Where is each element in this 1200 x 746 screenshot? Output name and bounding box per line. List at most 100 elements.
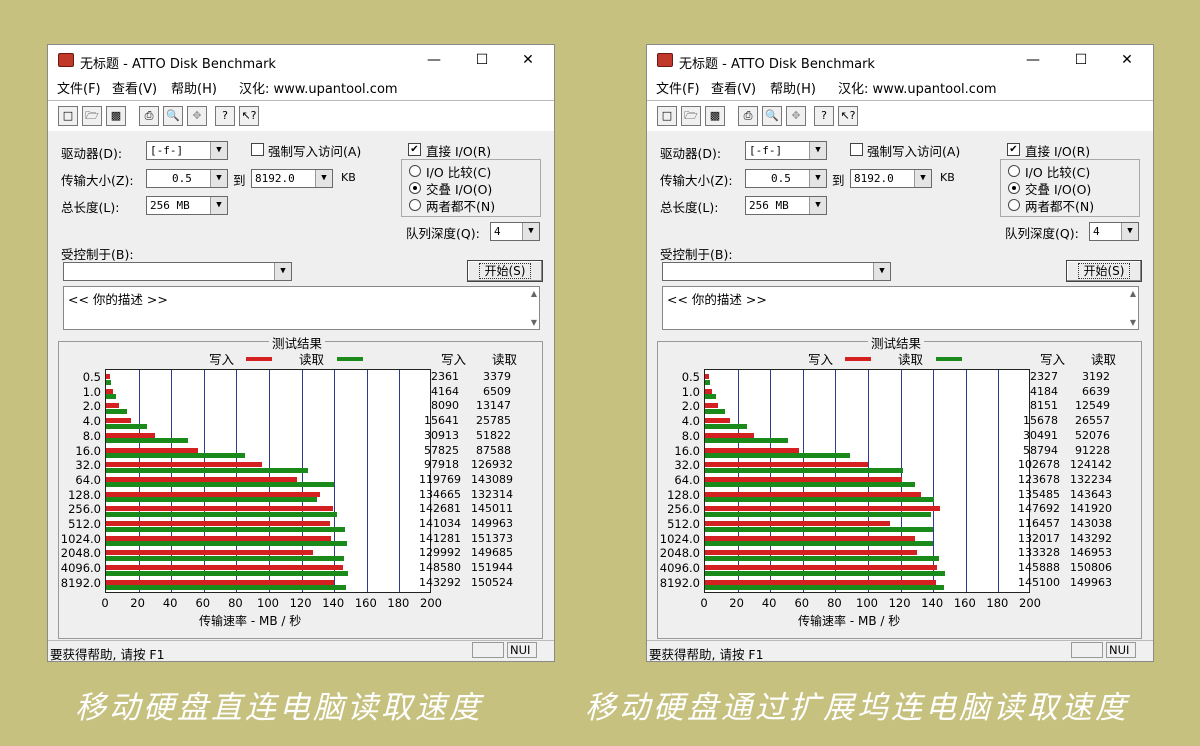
- direct-io-checkbox[interactable]: ✔: [408, 143, 421, 156]
- read-value: 26557: [1075, 414, 1110, 428]
- neither-radio[interactable]: [1008, 199, 1020, 211]
- y-tick-label: 2.0: [681, 399, 700, 414]
- write-value: 2361: [431, 370, 459, 383]
- write-value: 116457: [1018, 517, 1060, 530]
- menu-view[interactable]: 查看(V): [711, 78, 756, 97]
- minimize-button[interactable]: —: [1013, 48, 1053, 72]
- transfer-from-select[interactable]: 0.5 ▼: [745, 169, 827, 188]
- y-tick-label: 1.0: [82, 384, 101, 399]
- transfer-to-select[interactable]: 8192.0 ▼: [850, 169, 932, 188]
- help-icon[interactable]: ?: [215, 106, 235, 126]
- read-bar: [106, 497, 317, 503]
- legend-read-swatch: [337, 357, 363, 361]
- force-write-checkbox[interactable]: [251, 143, 264, 156]
- queue-depth-select[interactable]: 4 ▼: [490, 222, 540, 241]
- transfer-from-select[interactable]: 0.5 ▼: [146, 169, 228, 188]
- open-folder-icon[interactable]: 🗁: [681, 106, 701, 126]
- read-value: 149685: [471, 546, 513, 560]
- scroll-up-icon[interactable]: ▲: [1130, 289, 1136, 298]
- description-textarea[interactable]: << 你的描述 >> ▲ ▼: [63, 286, 540, 330]
- y-tick-label: 8.0: [681, 428, 700, 443]
- move-icon[interactable]: ✥: [187, 106, 207, 126]
- y-tick-label: 4096.0: [60, 561, 101, 576]
- transfer-to-select[interactable]: 8192.0 ▼: [251, 169, 333, 188]
- write-value: 30491: [1023, 428, 1058, 442]
- write-value: 4184: [1030, 384, 1058, 398]
- read-value: 146953: [1070, 546, 1112, 560]
- title-bar[interactable]: 无标题 - ATTO Disk Benchmark — ☐ ✕: [647, 45, 1153, 75]
- read-bar: [106, 467, 309, 473]
- overlap-io-radio[interactable]: [1008, 182, 1020, 194]
- read-bar: [705, 511, 931, 517]
- open-folder-icon[interactable]: 🗁: [82, 106, 102, 126]
- help-icon[interactable]: ?: [814, 106, 834, 126]
- scroll-up-icon[interactable]: ▲: [531, 289, 537, 298]
- start-button[interactable]: 开始(S): [467, 260, 543, 282]
- controlled-by-label: 受控制于(B):: [660, 247, 733, 262]
- status-text: 要获得帮助, 请按 F1: [50, 647, 165, 662]
- new-file-icon[interactable]: □: [58, 106, 78, 126]
- print-preview-icon[interactable]: 🔍: [762, 106, 782, 126]
- minimize-button[interactable]: —: [414, 48, 454, 72]
- start-button[interactable]: 开始(S): [1066, 260, 1142, 282]
- direct-io-checkbox[interactable]: ✔: [1007, 143, 1020, 156]
- y-tick-label: 1.0: [681, 384, 700, 399]
- menu-bar: 文件(F) 查看(V) 帮助(H) 汉化: www.upantool.com: [48, 75, 554, 97]
- status-bar: 要获得帮助, 请按 F1 NUI: [647, 640, 1153, 662]
- menu-help[interactable]: 帮助(H): [171, 78, 217, 97]
- print-icon[interactable]: ⎙: [738, 106, 758, 126]
- context-help-icon[interactable]: ↖?: [838, 106, 858, 126]
- menu-help[interactable]: 帮助(H): [770, 78, 816, 97]
- title-bar[interactable]: 无标题 - ATTO Disk Benchmark — ☐ ✕: [48, 45, 554, 75]
- controlled-by-select[interactable]: ▼: [63, 262, 292, 281]
- menu-file[interactable]: 文件(F): [656, 78, 700, 97]
- write-bar: [705, 374, 709, 379]
- write-bar: [705, 550, 918, 556]
- menu-file[interactable]: 文件(F): [57, 78, 101, 97]
- save-icon[interactable]: ▩: [106, 106, 126, 126]
- io-compare-radio[interactable]: [409, 165, 421, 177]
- close-button[interactable]: ✕: [508, 48, 548, 72]
- maximize-button[interactable]: ☐: [1061, 48, 1101, 72]
- maximize-button[interactable]: ☐: [462, 48, 502, 72]
- y-tick-label: 32.0: [75, 458, 101, 473]
- new-file-icon[interactable]: □: [657, 106, 677, 126]
- drive-label: 驱动器(D):: [61, 146, 123, 161]
- io-compare-radio[interactable]: [1008, 165, 1020, 177]
- write-bar: [106, 447, 199, 453]
- scroll-down-icon[interactable]: ▼: [531, 318, 537, 327]
- y-tick-label: 512.0: [667, 517, 700, 531]
- overlap-io-radio[interactable]: [409, 182, 421, 194]
- read-bar: [705, 394, 716, 400]
- total-length-select[interactable]: 256 MB ▼: [745, 196, 827, 215]
- scroll-down-icon[interactable]: ▼: [1130, 318, 1136, 327]
- read-value: 51822: [476, 428, 511, 442]
- force-write-checkbox[interactable]: [850, 143, 863, 156]
- total-length-select[interactable]: 256 MB ▼: [146, 196, 228, 215]
- description-textarea[interactable]: << 你的描述 >> ▲ ▼: [662, 286, 1139, 330]
- close-button[interactable]: ✕: [1107, 48, 1147, 72]
- read-bar: [106, 408, 127, 414]
- force-write-label: 强制写入访问(A): [268, 144, 362, 159]
- x-tick-label: 120: [289, 596, 312, 610]
- status-bar: 要获得帮助, 请按 F1 NUI: [48, 640, 554, 662]
- y-tick-label: 8.0: [82, 428, 101, 443]
- x-tick-label: 200: [420, 596, 442, 610]
- drive-select[interactable]: [-f-] ▼: [146, 141, 228, 160]
- print-icon[interactable]: ⎙: [139, 106, 159, 126]
- write-value: 133328: [1018, 546, 1060, 560]
- write-bar: [705, 521, 891, 526]
- queue-depth-select[interactable]: 4 ▼: [1089, 222, 1139, 241]
- context-help-icon[interactable]: ↖?: [239, 106, 259, 126]
- queue-depth-label: 队列深度(Q):: [1005, 226, 1079, 241]
- neither-radio[interactable]: [409, 199, 421, 211]
- controlled-by-select[interactable]: ▼: [662, 262, 891, 281]
- print-preview-icon[interactable]: 🔍: [163, 106, 183, 126]
- menu-view[interactable]: 查看(V): [112, 78, 157, 97]
- move-icon[interactable]: ✥: [786, 106, 806, 126]
- x-tick-label: 60: [195, 596, 211, 610]
- chevron-down-icon: ▼: [274, 263, 291, 280]
- save-icon[interactable]: ▩: [705, 106, 725, 126]
- x-tick-label: 160: [953, 596, 976, 610]
- drive-select[interactable]: [-f-] ▼: [745, 141, 827, 160]
